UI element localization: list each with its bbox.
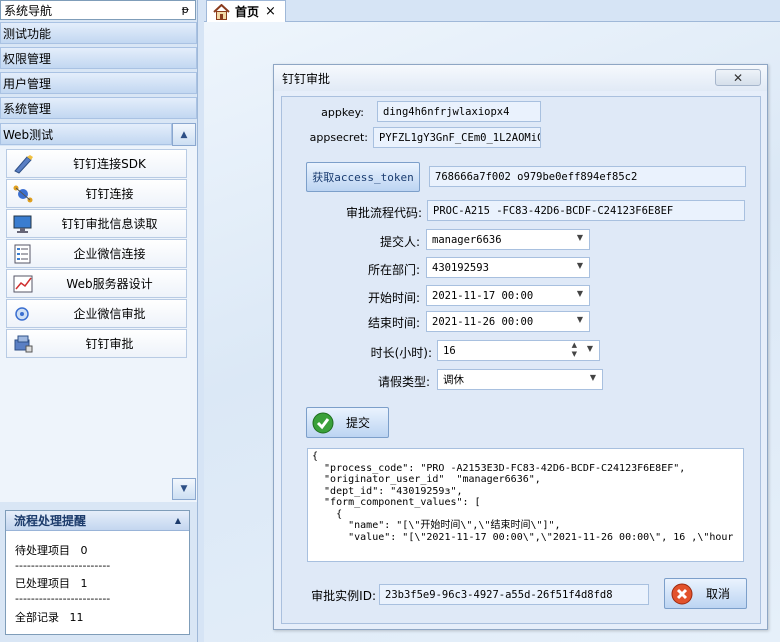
process-code-label: 审批流程代码: (345, 206, 422, 220)
separator: ------------------------ (15, 592, 111, 605)
request-json-textarea[interactable]: { "process_code": "PRO -A2153E3D-FC83-42… (307, 448, 744, 562)
nav-item-wecom-connect[interactable]: 企业微信连接 (6, 239, 187, 268)
chart-icon (13, 275, 33, 293)
flow-reminder-header[interactable]: 流程处理提醒 ▲ (6, 511, 189, 531)
nav-item-dingtalk-connect[interactable]: 钉钉连接 (6, 179, 187, 208)
all-label: 全部记录 (15, 611, 59, 624)
cancel-button-label: 取消 (706, 587, 731, 601)
flow-reminder-panel: 流程处理提醒 ▲ 待处理项目 0 -----------------------… (5, 510, 190, 635)
leave-type-select[interactable]: 调休 ▼ (437, 369, 603, 390)
approve-icon (14, 335, 33, 353)
leave-type-label: 请假类型: (377, 375, 430, 389)
dialog-close-button[interactable]: ✕ (715, 69, 761, 86)
web-test-item-list: 钉钉连接SDK 钉钉连接 钉钉审批信息读取 企业微信连接 Web服务器设计 企业… (0, 146, 197, 502)
nav-item-web-server-design[interactable]: Web服务器设计 (6, 269, 187, 298)
appsecret-field[interactable]: PYFZL1gY3GnF_CEm0_1L2AOMiC (373, 127, 541, 148)
pencil-icon (14, 155, 33, 174)
list-icon (14, 244, 31, 264)
instance-id-field[interactable]: 23b3f5e9-96c3-4927-a55d-26f51f4d8fd8 (379, 584, 649, 605)
duration-spinner[interactable]: 16 ▲ ▼ ▼ (437, 340, 600, 361)
nav-item-dingtalk-approval[interactable]: 钉钉审批 (6, 329, 187, 358)
nav-item-wecom-approval[interactable]: 企业微信审批 (6, 299, 187, 328)
flow-reminder-title: 流程处理提醒 (14, 514, 87, 528)
submit-button-label: 提交 (346, 416, 371, 430)
nav-category-permissions[interactable]: 权限管理 (0, 47, 197, 69)
instance-id-label: 审批实例ID: (311, 589, 376, 603)
duration-value: 16 (443, 344, 456, 357)
done-count: 1 (80, 577, 88, 590)
network-icon (13, 185, 33, 203)
nav-item-dingtalk-sdk[interactable]: 钉钉连接SDK (6, 149, 187, 178)
pending-label: 待处理项目 (15, 544, 70, 557)
checkmark-icon (312, 412, 334, 433)
monitor-icon (13, 215, 32, 233)
submitter-select[interactable]: manager6636 ▼ (426, 229, 590, 250)
close-tab-icon[interactable]: × (265, 4, 276, 19)
dropdown-arrow-icon[interactable]: ▼ (587, 344, 593, 353)
start-time-label: 开始时间: (367, 291, 420, 305)
nav-item-dingtalk-approval-read[interactable]: 钉钉审批信息读取 (6, 209, 187, 238)
duration-label: 时长(小时): (370, 346, 432, 360)
nav-category-test[interactable]: 测试功能 (0, 22, 197, 44)
cancel-button[interactable]: 取消 (664, 578, 747, 609)
collapse-icon[interactable]: ▲ (175, 516, 181, 525)
nav-category-users[interactable]: 用户管理 (0, 72, 197, 94)
nav-title: 系统导航 (4, 3, 53, 18)
all-row: 全部记录 11 (15, 609, 84, 625)
appkey-label: appkey: (321, 106, 364, 119)
nav-category-system[interactable]: 系统管理 (0, 97, 197, 119)
collapse-category-button[interactable]: ▲ (172, 123, 196, 146)
scroll-down-button[interactable]: ▼ (172, 478, 196, 500)
start-time-value: 2021-11-17 00:00 (432, 289, 534, 302)
appsecret-label: appsecret: (309, 131, 368, 144)
leave-type-value: 调休 (443, 374, 464, 386)
tab-strip: 首页 × (204, 0, 780, 22)
disc-icon (15, 307, 29, 321)
dropdown-arrow-icon[interactable]: ▼ (577, 315, 583, 324)
all-count: 11 (69, 611, 84, 624)
separator: ------------------------ (15, 559, 111, 572)
dropdown-arrow-icon[interactable]: ▼ (577, 289, 583, 298)
pending-count: 0 (80, 544, 88, 557)
end-time-value: 2021-11-26 00:00 (432, 315, 534, 328)
submit-button[interactable]: 提交 (306, 407, 389, 438)
home-icon (213, 3, 230, 20)
submitter-label: 提交人: (379, 235, 420, 249)
tab-home[interactable]: 首页 × (206, 0, 286, 22)
nav-title-bar: 系统导航 ᵽ (0, 0, 196, 20)
done-row: 已处理项目 1 (15, 575, 88, 591)
cancel-icon (671, 583, 693, 604)
department-select[interactable]: 430192593 ▼ (426, 257, 590, 278)
nav-category-web-test[interactable]: Web测试 (0, 123, 172, 145)
dropdown-arrow-icon[interactable]: ▼ (577, 261, 583, 270)
process-code-field[interactable]: PROC-A215 -FC83-42D6-BCDF-C24123F6E8EF (427, 200, 745, 221)
dialog-title: 钉钉审批 (282, 71, 331, 86)
department-label: 所在部门: (367, 263, 420, 277)
department-value: 430192593 (432, 261, 489, 274)
access-token-field[interactable]: 768666a7f002 o979be0eff894ef85c2 (429, 166, 746, 187)
spinner-arrows-icon[interactable]: ▲ ▼ (572, 341, 577, 359)
tab-home-label: 首页 (235, 5, 260, 19)
start-time-picker[interactable]: 2021-11-17 00:00 ▼ (426, 285, 590, 306)
pin-icon[interactable]: ᵽ (182, 3, 189, 16)
end-time-label: 结束时间: (367, 316, 420, 330)
appkey-field[interactable]: ding4h6nfrjwlaxiopx4 (377, 101, 541, 122)
dropdown-arrow-icon[interactable]: ▼ (590, 373, 596, 382)
done-label: 已处理项目 (15, 577, 70, 590)
dialog-title-bar[interactable]: 钉钉审批 (274, 65, 767, 91)
submitter-value: manager6636 (432, 233, 502, 246)
dropdown-arrow-icon[interactable]: ▼ (577, 233, 583, 242)
get-access-token-button[interactable]: 获取access_token (306, 162, 420, 192)
end-time-picker[interactable]: 2021-11-26 00:00 ▼ (426, 311, 590, 332)
navigation-panel: 系统导航 ᵽ 测试功能 权限管理 用户管理 系统管理 Web测试 ▲ 钉钉连接S… (0, 0, 198, 642)
pending-row: 待处理项目 0 (15, 542, 88, 558)
